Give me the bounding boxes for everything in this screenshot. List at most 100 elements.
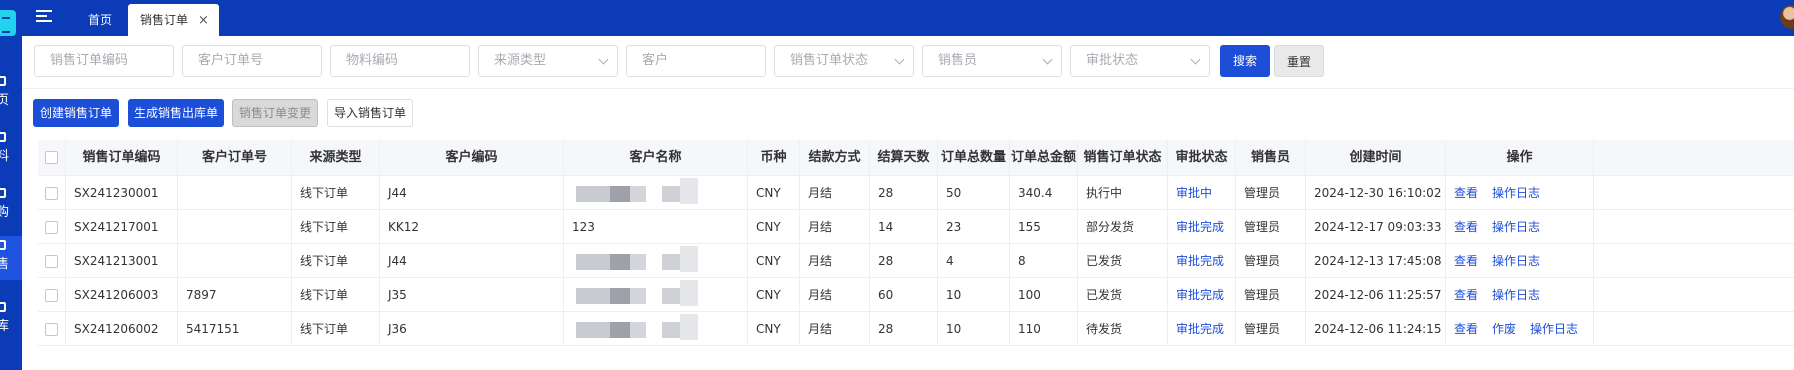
import-order-button[interactable]: 导入销售订单 (327, 99, 413, 127)
cell-order-code: SX241217001 (66, 210, 178, 243)
cell-approval-status[interactable]: 审批完成 (1168, 210, 1236, 243)
source-type-select[interactable]: 来源类型 (478, 45, 618, 77)
sidebar-item-sales[interactable]: 售 (0, 236, 22, 280)
cell-customer-name: 123 (564, 210, 748, 243)
cell-settle-days: 60 (870, 278, 938, 311)
cell-approval-status[interactable]: 审批完成 (1168, 244, 1236, 277)
tab-sales-order[interactable]: 销售订单 × (128, 4, 219, 36)
row-action-link[interactable]: 操作日志 (1492, 186, 1540, 200)
order-code-input[interactable]: 销售订单编码 (34, 45, 174, 77)
cell-order-status: 已发货 (1078, 278, 1168, 311)
table-row[interactable]: SX241230001 线下订单 J44 CNY 月结 28 50 340.4 执行中 审批中 管理… (38, 176, 1794, 210)
cell-approval-status[interactable]: 审批中 (1168, 176, 1236, 209)
customer-order-no-input[interactable]: 客户订单号 (182, 45, 322, 77)
column-header-order-code[interactable]: 销售订单编码 (66, 140, 178, 175)
cell-currency: CNY (748, 312, 800, 345)
row-action-link[interactable]: 操作日志 (1492, 288, 1540, 302)
avatar[interactable] (1780, 5, 1794, 29)
column-header-total-amount[interactable]: 订单总金额 (1010, 140, 1078, 175)
column-header-operations[interactable]: 操作 (1446, 140, 1594, 175)
chevron-down-icon (1190, 54, 1201, 65)
approval-status-select[interactable]: 审批状态 (1070, 45, 1210, 77)
cell-payment-method: 月结 (800, 312, 870, 345)
column-header-customer-name[interactable]: 客户名称 (564, 140, 748, 175)
customer-input[interactable]: 客户 (626, 45, 766, 77)
column-header-source-type[interactable]: 来源类型 (292, 140, 380, 175)
top-bar: 首页 销售订单 × (22, 0, 1794, 36)
select-all-cell (38, 140, 66, 175)
sidebar-item-inventory[interactable]: 库 (0, 298, 22, 342)
create-order-button[interactable]: 创建销售订单 (33, 99, 119, 127)
sidebar-item-material[interactable]: 料 (0, 128, 22, 172)
table-row[interactable]: SX241206002 5417151 线下订单 J36 CNY 月结 28 10 110 待发货… (38, 312, 1794, 346)
row-checkbox[interactable] (45, 187, 58, 200)
cell-total-amount: 100 (1010, 278, 1078, 311)
change-order-button[interactable]: 销售订单变更 (232, 99, 318, 127)
cell-total-qty: 10 (938, 278, 1010, 311)
row-action-link[interactable]: 操作日志 (1492, 220, 1540, 234)
row-checkbox[interactable] (45, 221, 58, 234)
cell-currency: CNY (748, 244, 800, 277)
column-header-total-qty[interactable]: 订单总数量 (938, 140, 1010, 175)
row-action-link[interactable]: 查看 (1454, 220, 1478, 234)
row-action-link[interactable]: 查看 (1454, 288, 1478, 302)
cell-payment-method: 月结 (800, 210, 870, 243)
column-header-settle-days[interactable]: 结算天数 (870, 140, 938, 175)
row-checkbox[interactable] (45, 289, 58, 302)
sidebar-item-label: 售 (0, 257, 10, 272)
cell-customer-code: J44 (380, 244, 564, 277)
column-header-created-time[interactable]: 创建时间 (1306, 140, 1446, 175)
column-header-currency[interactable]: 币种 (748, 140, 800, 175)
chevron-down-icon (598, 54, 609, 65)
tab-home[interactable]: 首页 (76, 4, 124, 36)
close-icon[interactable]: × (198, 5, 209, 37)
reset-button[interactable]: 重置 (1274, 45, 1324, 77)
cell-settle-days: 28 (870, 312, 938, 345)
table-row[interactable]: SX241206003 7897 线下订单 J35 CNY 月结 60 10 100 已发货 审批完… (38, 278, 1794, 312)
row-action-link[interactable]: 操作日志 (1530, 322, 1578, 336)
material-code-input[interactable]: 物料编码 (330, 45, 470, 77)
column-header-customer-order-no[interactable]: 客户订单号 (178, 140, 292, 175)
search-button[interactable]: 搜索 (1220, 45, 1270, 77)
row-action-link[interactable]: 操作日志 (1492, 254, 1540, 268)
cell-order-status: 部分发货 (1078, 210, 1168, 243)
column-header-customer-code[interactable]: 客户编码 (380, 140, 564, 175)
cell-total-amount: 155 (1010, 210, 1078, 243)
column-header-approval-status[interactable]: 审批状态 (1168, 140, 1236, 175)
table-row[interactable]: SX241213001 线下订单 J44 CNY 月结 28 4 8 已发货 审批完成 管理员 202… (38, 244, 1794, 278)
cell-source-type: 线下订单 (292, 312, 380, 345)
row-action-link[interactable]: 查看 (1454, 322, 1478, 336)
generate-outbound-button[interactable]: 生成销售出库单 (128, 99, 224, 127)
cell-total-qty: 23 (938, 210, 1010, 243)
cell-operations: 查看 操作日志 (1446, 244, 1594, 277)
row-checkbox[interactable] (45, 255, 58, 268)
row-select-cell (38, 176, 66, 209)
column-header-salesperson[interactable]: 销售员 (1236, 140, 1306, 175)
cell-settle-days: 28 (870, 244, 938, 277)
table-row[interactable]: SX241217001 线下订单 KK12 123 CNY 月结 14 23 155 部分发货 审批… (38, 210, 1794, 244)
cell-order-code: SX241206003 (66, 278, 178, 311)
row-checkbox[interactable] (45, 323, 58, 336)
row-action-link[interactable]: 查看 (1454, 254, 1478, 268)
sidebar-item-home[interactable]: 页 (0, 72, 22, 116)
redacted-mosaic (564, 244, 744, 277)
column-header-payment-method[interactable]: 结款方式 (800, 140, 870, 175)
menu-toggle-icon[interactable] (36, 10, 52, 24)
sidebar-item-purchase[interactable]: 购 (0, 184, 22, 228)
cell-order-status: 执行中 (1078, 176, 1168, 209)
order-status-select[interactable]: 销售订单状态 (774, 45, 914, 77)
cell-approval-status[interactable]: 审批完成 (1168, 312, 1236, 345)
cell-operations: 查看 操作日志 (1446, 278, 1594, 311)
cell-operations: 查看 作废 操作日志 (1446, 312, 1594, 345)
column-header-order-status[interactable]: 销售订单状态 (1078, 140, 1168, 175)
sidebar-item-label: 购 (0, 205, 10, 220)
select-all-checkbox[interactable] (45, 151, 58, 164)
row-select-cell (38, 244, 66, 277)
sidebar: 页 料 购 售 库 (0, 0, 22, 370)
salesperson-select[interactable]: 销售员 (922, 45, 1062, 77)
material-icon (0, 132, 6, 142)
row-action-link[interactable]: 查看 (1454, 186, 1478, 200)
cell-approval-status[interactable]: 审批完成 (1168, 278, 1236, 311)
row-action-link[interactable]: 作废 (1492, 322, 1516, 336)
cell-operations: 查看 操作日志 (1446, 210, 1594, 243)
